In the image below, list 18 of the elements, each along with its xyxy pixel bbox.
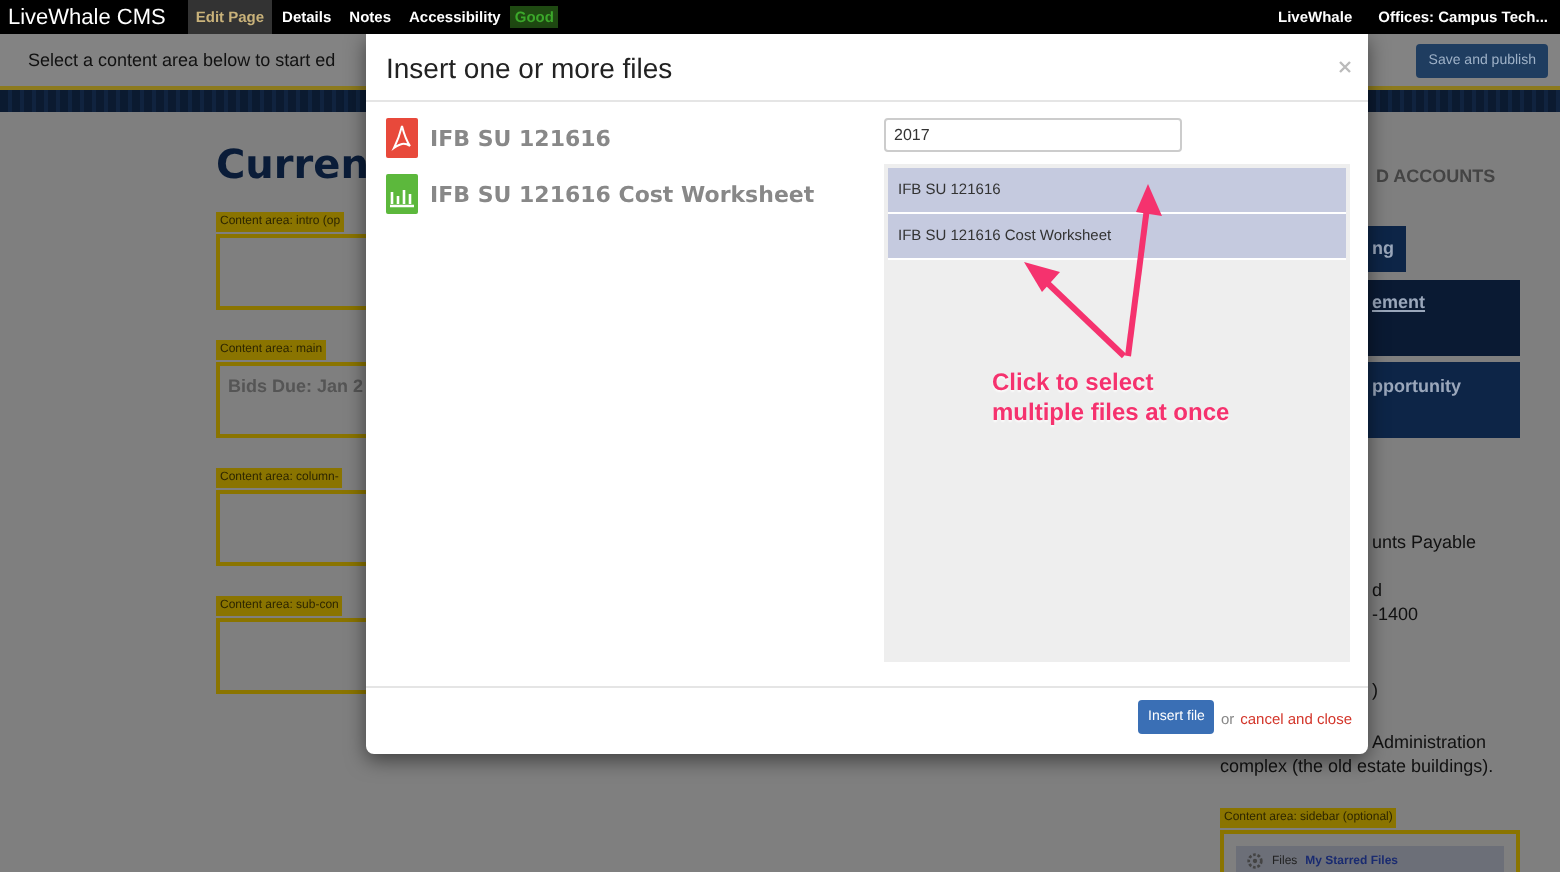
contact-text: Administration [1372, 730, 1487, 754]
instruction-text: Select a content area below to start ed [28, 50, 336, 70]
brand-name[interactable]: LiveWhale CMS [0, 5, 186, 29]
search-field[interactable]: 2017 [884, 118, 1182, 152]
file-name: IFB SU 121616 [430, 125, 611, 151]
contact-text: unts Payable [1372, 530, 1477, 554]
close-icon[interactable] [1338, 60, 1352, 74]
page-title: Curren [216, 140, 366, 188]
contact-text: ) [1372, 678, 1378, 702]
spreadsheet-file-icon [386, 174, 418, 214]
contact-text: -1400 [1372, 602, 1419, 626]
file-name: IFB SU 121616 Cost Worksheet [430, 181, 815, 207]
pdf-file-icon [386, 118, 418, 158]
gear-icon [1246, 852, 1264, 870]
contact-text: complex (the old estate buildings). [1220, 754, 1494, 778]
dialog-title: Insert one or more files [386, 51, 673, 83]
contact-text: d [1372, 578, 1383, 602]
section-heading: D ACCOUNTS [1374, 166, 1498, 186]
